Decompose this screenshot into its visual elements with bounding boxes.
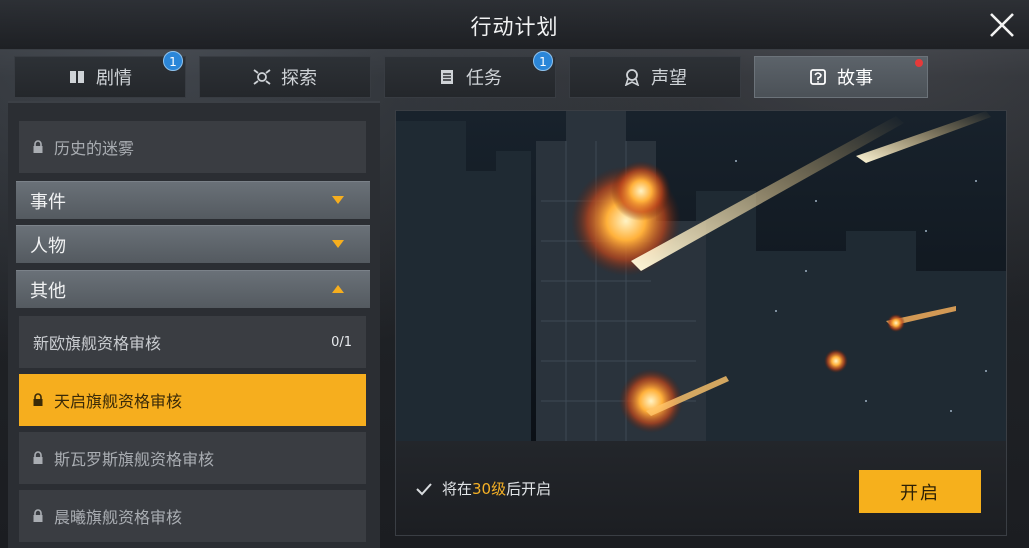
- tab-story-label: 故事: [837, 68, 873, 89]
- category-other[interactable]: 其他: [16, 270, 370, 308]
- list-item-history-fog[interactable]: 历史的迷雾: [19, 121, 366, 173]
- category-label: 事件: [30, 191, 66, 213]
- story-icon: [810, 69, 826, 85]
- unlock-prefix: 将在: [442, 480, 473, 498]
- tab-explore-label: 探索: [281, 68, 317, 89]
- tab-reputation[interactable]: 声望: [569, 56, 741, 98]
- list-item-label: 新欧旗舰资格审核: [33, 334, 162, 353]
- check-icon: [416, 482, 432, 495]
- list-item-label: 晨曦旗舰资格审核: [54, 508, 183, 527]
- tab-plot[interactable]: 剧情 1: [14, 51, 186, 98]
- lock-icon: [33, 509, 43, 522]
- notification-dot: [915, 59, 923, 67]
- category-characters[interactable]: 人物: [16, 225, 370, 263]
- title-bar: 行动计划: [0, 0, 1029, 50]
- story-illustration: [396, 111, 1006, 441]
- tab-explore[interactable]: 探索: [199, 56, 371, 98]
- tab-bar: 剧情 1 探索 任务 1 声望 故事: [14, 51, 941, 98]
- list-item-label: 天启旗舰资格审核: [54, 392, 183, 411]
- lock-icon: [33, 393, 43, 406]
- tab-missions-badge: 1: [533, 51, 553, 71]
- window-title: 行动计划: [470, 15, 559, 39]
- close-button[interactable]: [985, 8, 1019, 42]
- close-icon: [990, 13, 1014, 37]
- lock-icon: [33, 140, 43, 153]
- list-item-label: 斯瓦罗斯旗舰资格审核: [54, 450, 215, 469]
- book-icon: [70, 71, 84, 83]
- list-item-chenxi[interactable]: 晨曦旗舰资格审核: [19, 490, 366, 542]
- unlock-level: 30级: [472, 480, 507, 498]
- tab-missions[interactable]: 任务 1: [384, 51, 556, 98]
- list-item-swaros[interactable]: 斯瓦罗斯旗舰资格审核: [19, 432, 366, 484]
- tab-story[interactable]: 故事: [754, 56, 928, 98]
- chevron-down-icon: [332, 196, 344, 204]
- list-item-label: 历史的迷雾: [54, 139, 135, 158]
- tab-plot-badge: 1: [163, 51, 183, 71]
- tab-plot-label: 剧情: [96, 68, 132, 89]
- unlock-bar: 将在 30级 后开启 开启: [396, 441, 1006, 535]
- explore-icon: [253, 69, 271, 85]
- list-item-xinou[interactable]: 新欧旗舰资格审核 0/1: [19, 316, 366, 368]
- unlock-suffix: 后开启: [506, 480, 552, 498]
- story-list-panel: 历史的迷雾 事件 人物 其他 新欧旗舰资格审核 0/1 天启旗舰资格审核 斯瓦罗…: [8, 101, 380, 548]
- medal-icon: [624, 69, 640, 86]
- chevron-up-icon: [332, 285, 344, 293]
- category-label: 其他: [30, 280, 66, 302]
- tab-missions-label: 任务: [466, 68, 502, 89]
- open-button[interactable]: 开启: [859, 470, 981, 513]
- category-events[interactable]: 事件: [16, 181, 370, 219]
- tab-reputation-label: 声望: [651, 68, 687, 89]
- chevron-down-icon: [332, 240, 344, 248]
- category-label: 人物: [30, 235, 66, 257]
- lock-icon: [33, 451, 43, 464]
- progress-count: 0/1: [331, 334, 352, 350]
- story-detail-panel: 将在 30级 后开启 开启: [395, 110, 1007, 536]
- clipboard-icon: [441, 70, 453, 84]
- list-item-tianqi[interactable]: 天启旗舰资格审核: [19, 374, 366, 426]
- unlock-requirement: 将在 30级 后开启: [416, 478, 551, 499]
